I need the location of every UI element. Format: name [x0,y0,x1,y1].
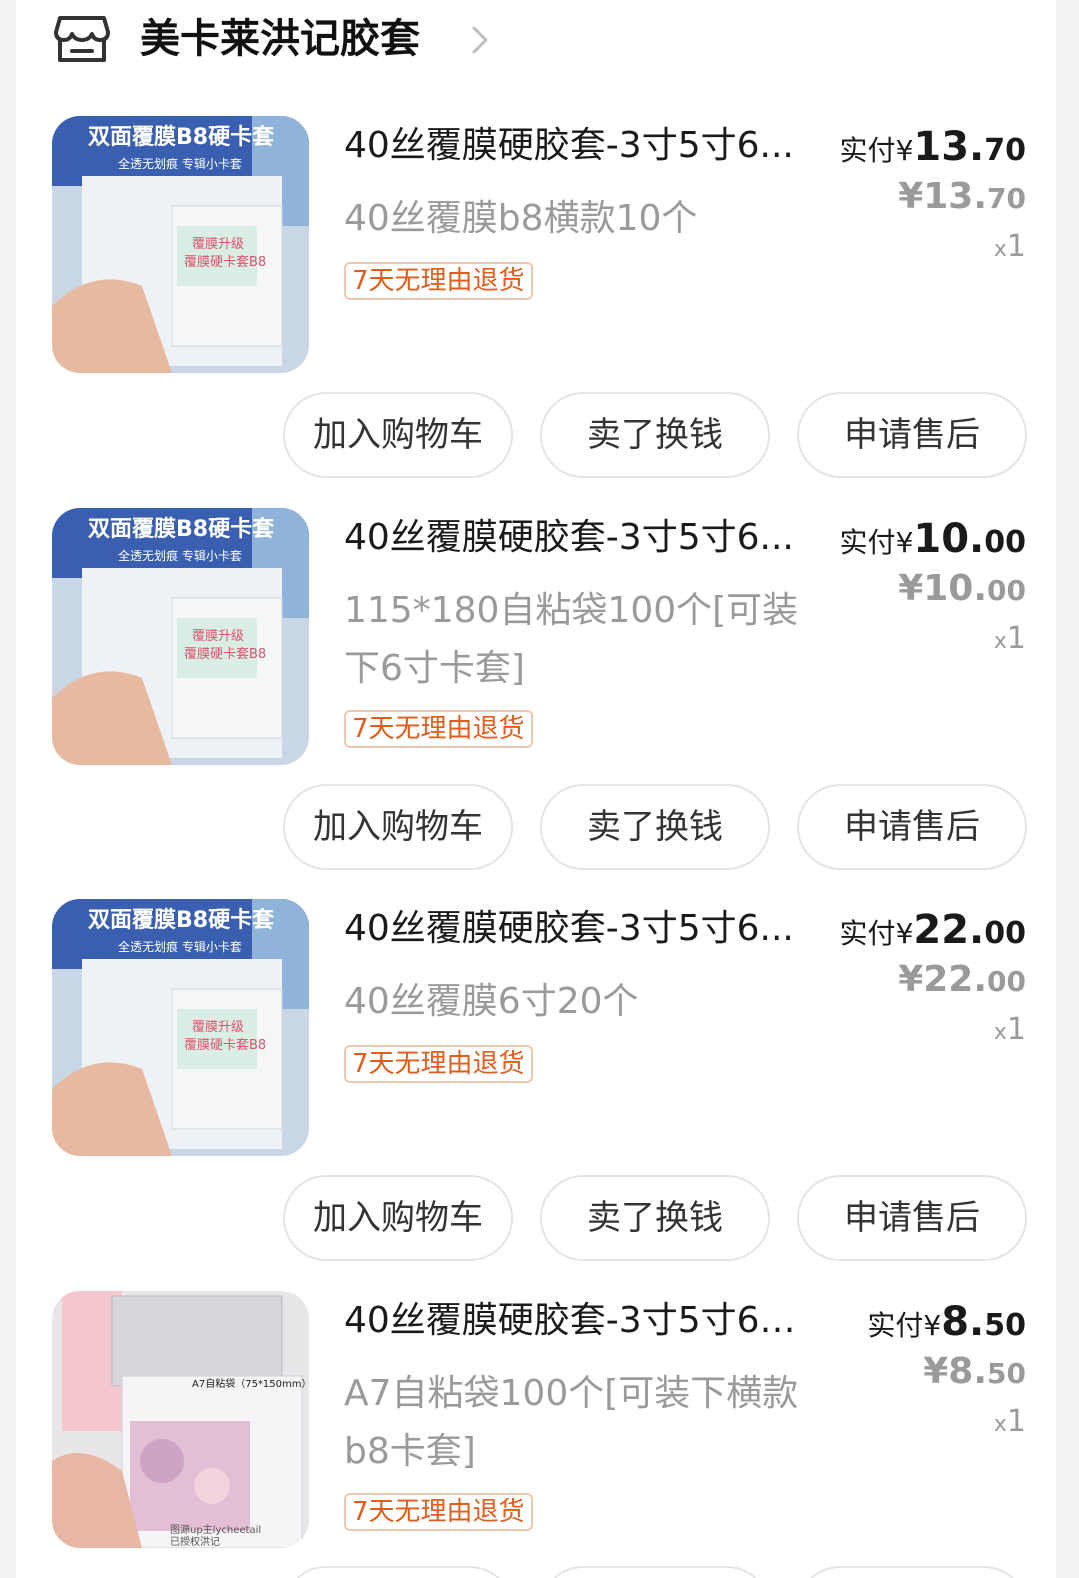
currency-symbol: ¥ [923,1309,942,1342]
paid-integer: 13. [913,124,985,170]
quantity: x1 [993,229,1026,264]
price-block: 实付¥13.70 ¥13.70 x1 [840,124,1026,275]
after-sale-button[interactable]: 申请售后 [797,1175,1027,1261]
product-title: 40丝覆膜硬胶套-3寸5寸6... [344,908,794,949]
svg-text:图源up主lycheetail: 图源up主lycheetail [170,1523,261,1536]
after-sale-button[interactable]: 申请售后 [797,784,1027,870]
paid-amount: 实付¥13.70 [840,124,1026,174]
price-block: 实付¥8.50 ¥8.50 x1 [867,1299,1026,1450]
product-image[interactable]: 双面覆膜B8硬卡套 全透无划痕 专辑小卡套 覆膜升级 覆膜硬卡套B8 [52,899,309,1156]
product-spec: A7自粘袋100个[可装下横款b8卡套] [344,1373,799,1472]
paid-integer: 8. [941,1299,985,1345]
svg-text:全透无划痕 专辑小卡套: 全透无划痕 专辑小卡套 [118,156,242,171]
product-title: 40丝覆膜硬胶套-3寸5寸6寸... [344,1300,799,1341]
sell-button[interactable]: 卖了换钱 [540,1175,770,1261]
return-policy-badge: 7天无理由退货 [344,710,533,748]
add-to-cart-button[interactable]: 加入购物车 [283,392,513,478]
after-sale-button[interactable] [797,1566,1027,1578]
svg-text:已授权洪记: 已授权洪记 [170,1535,220,1548]
paid-label: 实付 [839,526,896,559]
product-photo-self-seal-bags: A7自粘袋（75*150mm） 图源up主lycheetail 已授权洪记 [52,1291,309,1548]
sell-button[interactable]: 卖了换钱 [540,784,770,870]
price-block: 实付¥22.00 ¥22.00 x1 [840,907,1026,1058]
order-item[interactable]: 双面覆膜B8硬卡套 全透无划痕 专辑小卡套 覆膜升级 覆膜硬卡套B8 40丝覆膜… [16,899,1056,1161]
svg-text:覆膜升级: 覆膜升级 [192,237,244,252]
paid-integer: 10. [913,516,985,562]
product-image[interactable]: 双面覆膜B8硬卡套 全透无划痕 专辑小卡套 覆膜升级 覆膜硬卡套B8 [52,116,309,373]
product-spec: 40丝覆膜b8横款10个 [344,198,698,239]
shop-header[interactable]: 美卡莱洪记胶套 [16,0,1056,80]
quantity: x1 [993,1404,1026,1439]
order-item[interactable]: A7自粘袋（75*150mm） 图源up主lycheetail 已授权洪记 40… [16,1291,1056,1553]
product-image[interactable]: A7自粘袋（75*150mm） 图源up主lycheetail 已授权洪记 [52,1291,309,1548]
unit-price: ¥8.50 [923,1351,1026,1392]
paid-decimal: 00 [984,916,1026,951]
add-to-cart-button[interactable]: 加入购物车 [283,1175,513,1261]
product-spec: 40丝覆膜6寸20个 [344,981,639,1022]
svg-text:双面覆膜B8硬卡套: 双面覆膜B8硬卡套 [88,516,274,542]
sell-button[interactable]: 卖了换钱 [540,392,770,478]
product-image[interactable]: 双面覆膜B8硬卡套 全透无划痕 专辑小卡套 覆膜升级 覆膜硬卡套B8 [52,508,309,765]
chevron-right-icon [472,26,488,54]
quantity: x1 [993,1012,1026,1047]
item-actions: 加入购物车 卖了换钱 申请售后 [16,392,1056,478]
svg-text:覆膜升级: 覆膜升级 [192,629,244,644]
return-policy-badge: 7天无理由退货 [344,1493,533,1531]
paid-decimal: 70 [984,133,1026,168]
product-spec: 115*180自粘袋100个[可装下6寸卡套] [344,590,799,689]
currency-symbol: ¥ [895,134,914,167]
order-item[interactable]: 双面覆膜B8硬卡套 全透无划痕 专辑小卡套 覆膜升级 覆膜硬卡套B8 40丝覆膜… [16,508,1056,770]
sell-button[interactable] [540,1566,770,1578]
store-icon [54,16,110,62]
item-actions: 加入购物车 卖了换钱 申请售后 [16,1175,1056,1261]
quantity: x1 [993,621,1026,656]
svg-text:覆膜硬卡套B8: 覆膜硬卡套B8 [184,646,266,662]
shop-name: 美卡莱洪记胶套 [140,16,420,62]
add-to-cart-button[interactable]: 加入购物车 [283,784,513,870]
svg-text:全透无划痕 专辑小卡套: 全透无划痕 专辑小卡套 [118,939,242,954]
svg-text:双面覆膜B8硬卡套: 双面覆膜B8硬卡套 [88,907,274,933]
paid-amount: 实付¥22.00 [840,907,1026,957]
paid-amount: 实付¥8.50 [867,1299,1026,1349]
product-photo-card-sleeves: 双面覆膜B8硬卡套 全透无划痕 专辑小卡套 覆膜升级 覆膜硬卡套B8 [52,899,309,1156]
paid-label: 实付 [839,917,896,950]
svg-text:全透无划痕 专辑小卡套: 全透无划痕 专辑小卡套 [118,548,242,563]
svg-text:覆膜硬卡套B8: 覆膜硬卡套B8 [184,1037,266,1053]
unit-price: ¥22.00 [898,959,1026,1000]
paid-label: 实付 [867,1309,924,1342]
product-title: 40丝覆膜硬胶套-3寸5寸6... [344,125,794,166]
order-card: 美卡莱洪记胶套 双面覆膜B8硬卡套 全透无划痕 专辑小卡套 覆膜升级 覆膜硬卡套… [16,0,1056,1578]
after-sale-button[interactable]: 申请售后 [797,392,1027,478]
currency-symbol: ¥ [895,526,914,559]
return-policy-badge: 7天无理由退货 [344,1045,533,1083]
price-block: 实付¥10.00 ¥10.00 x1 [840,516,1026,667]
unit-price: ¥13.70 [898,176,1026,217]
currency-symbol: ¥ [895,917,914,950]
product-photo-card-sleeves: 双面覆膜B8硬卡套 全透无划痕 专辑小卡套 覆膜升级 覆膜硬卡套B8 [52,508,309,765]
svg-text:双面覆膜B8硬卡套: 双面覆膜B8硬卡套 [88,124,274,150]
return-policy-badge: 7天无理由退货 [344,262,533,300]
product-photo-card-sleeves: 双面覆膜B8硬卡套 全透无划痕 专辑小卡套 覆膜升级 覆膜硬卡套B8 [52,116,309,373]
product-title: 40丝覆膜硬胶套-3寸5寸6... [344,517,794,558]
svg-text:覆膜硬卡套B8: 覆膜硬卡套B8 [184,254,266,270]
paid-decimal: 00 [984,525,1026,560]
svg-text:覆膜升级: 覆膜升级 [192,1020,244,1035]
paid-label: 实付 [839,134,896,167]
order-item[interactable]: 双面覆膜B8硬卡套 全透无划痕 专辑小卡套 覆膜升级 覆膜硬卡套B8 40丝覆膜… [16,116,1056,378]
paid-integer: 22. [913,907,985,953]
add-to-cart-button[interactable] [283,1566,513,1578]
item-actions [16,1566,1056,1578]
paid-amount: 实付¥10.00 [840,516,1026,566]
svg-text:A7自粘袋（75*150mm）: A7自粘袋（75*150mm） [192,1377,309,1390]
item-actions: 加入购物车 卖了换钱 申请售后 [16,784,1056,870]
paid-decimal: 50 [984,1308,1026,1343]
unit-price: ¥10.00 [898,568,1026,609]
